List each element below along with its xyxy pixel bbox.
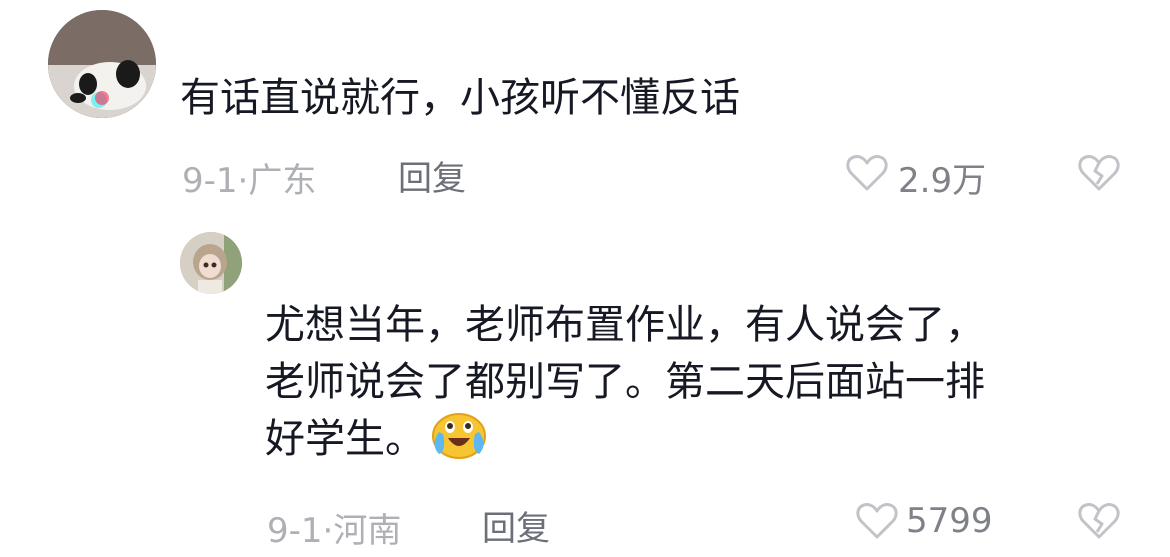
comment-text: 有话直说就行，小孩听不懂反话 [180,75,740,121]
reply-button[interactable]: 回复 [398,151,466,200]
reply-text-line: 尤想当年，老师布置作业，有人说会了， [265,302,985,348]
crying-laughing-emoji [431,412,487,476]
heart-icon[interactable] [856,502,898,544]
broken-heart-icon[interactable] [1078,502,1120,544]
broken-heart-icon[interactable] [1078,154,1120,196]
reply-text-line: 好学生。 [265,411,985,476]
avatar[interactable] [48,10,156,118]
meta-separator: · [237,161,249,201]
comment-location: 广东 [248,161,317,201]
reply-date: 9-1 [267,511,323,551]
heart-icon[interactable] [846,154,888,196]
like-count: 5799 [906,501,993,541]
avatar[interactable] [180,232,242,294]
comment-date: 9-1 [182,161,238,201]
reply-location: 河南 [333,511,402,551]
like-count: 2.9万 [898,161,987,201]
reply-text-line: 老师说会了都别写了。第二天后面站一排 [265,359,985,405]
reply-meta: 9-1·河南 [267,503,401,552]
comment-meta: 9-1·广东 [182,153,316,202]
meta-separator: · [322,511,334,551]
reply-button[interactable]: 回复 [482,501,550,550]
reply-text: 尤想当年，老师布置作业，有人说会了， 老师说会了都别写了。第二天后面站一排 好学… [265,297,985,476]
